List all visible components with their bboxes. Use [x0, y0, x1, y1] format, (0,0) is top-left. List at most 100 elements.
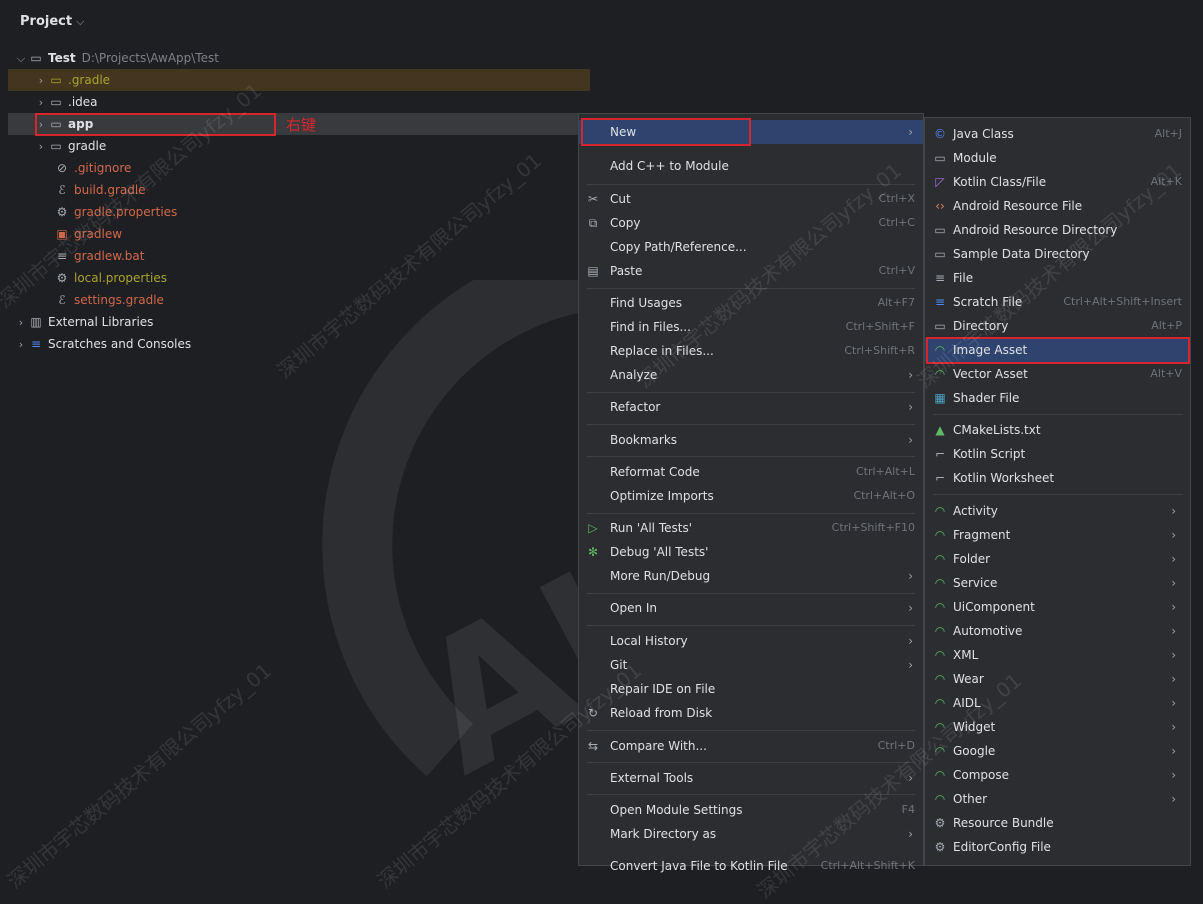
submenu-item-file[interactable]: ≡ File — [925, 266, 1190, 290]
menu-item-find-usages[interactable]: Find Usages Alt+F7 — [579, 291, 923, 315]
tree-item-gradlew-bat[interactable]: ≡ gradlew.bat — [8, 245, 144, 267]
submenu-item-other[interactable]: ◠ Other › — [925, 787, 1190, 811]
menu-item-paste[interactable]: ▤ Paste Ctrl+V — [579, 259, 923, 283]
submenu-item-kotlin-class[interactable]: ◸ Kotlin Class/File Alt+K — [925, 170, 1190, 194]
menu-item-analyze[interactable]: Analyze › — [579, 363, 923, 387]
tree-item-scratches[interactable]: › ≡ Scratches and Consoles — [8, 333, 191, 355]
tree-item-settings-gradle[interactable]: ℰsettings.gradle — [8, 289, 164, 311]
menu-item-repair-ide[interactable]: Repair IDE on File — [579, 677, 923, 701]
submenu-item-scratch-file[interactable]: ≡ Scratch File Ctrl+Alt+Shift+Insert — [925, 290, 1190, 314]
chevron-right-icon[interactable]: › — [34, 136, 48, 158]
menu-item-label: Reload from Disk — [610, 706, 713, 720]
android-icon: ◠ — [934, 672, 946, 686]
chevron-right-icon: › — [908, 433, 913, 447]
submenu-item-kotlin-worksheet[interactable]: ⌐ Kotlin Worksheet — [925, 466, 1190, 490]
menu-item-open-in[interactable]: Open In › — [579, 596, 923, 620]
menu-item-bookmarks[interactable]: Bookmarks › — [579, 428, 923, 452]
folder-icon: ▭ — [934, 319, 946, 333]
submenu-item-uicomponent[interactable]: ◠ UiComponent › — [925, 595, 1190, 619]
android-icon: ◠ — [934, 624, 946, 638]
menu-item-label: External Tools — [610, 771, 694, 785]
chevron-right-icon[interactable]: › — [14, 334, 28, 356]
submenu-item-sample-data-directory[interactable]: ▭ Sample Data Directory — [925, 242, 1190, 266]
tree-item-local-properties[interactable]: ⚙ local.properties — [8, 267, 167, 289]
menu-item-convert-java-to-kotlin[interactable]: Convert Java File to Kotlin File Ctrl+Alt… — [579, 854, 923, 878]
scissors-icon: ✂ — [587, 192, 599, 206]
chevron-right-icon[interactable]: › — [34, 92, 48, 114]
submenu-item-label: Kotlin Class/File — [953, 175, 1047, 189]
menu-item-reload-from-disk[interactable]: ↻ Reload from Disk — [579, 701, 923, 725]
chevron-right-icon: › — [908, 601, 913, 615]
submenu-item-label: Kotlin Script — [953, 447, 1026, 461]
submenu-item-module[interactable]: ▭ Module — [925, 146, 1190, 170]
submenu-item-folder[interactable]: ◠ Folder › — [925, 547, 1190, 571]
tree-root[interactable]: ⌵ ▭ Test D:\Projects\AwApp\Test — [8, 47, 219, 69]
submenu-item-shortcut: Ctrl+Alt+Shift+Insert — [1063, 295, 1182, 308]
submenu-item-android-resource-file[interactable]: ‹› Android Resource File — [925, 194, 1190, 218]
chevron-down-icon[interactable]: ⌵ — [14, 48, 28, 70]
menu-item-open-module-settings[interactable]: Open Module Settings F4 — [579, 798, 923, 822]
menu-item-label: Open Module Settings — [610, 803, 743, 817]
menu-item-copy-path[interactable]: Copy Path/Reference... — [579, 235, 923, 259]
menu-item-label: Paste — [610, 264, 643, 278]
menu-item-label: Add C++ to Module — [610, 159, 729, 173]
submenu-item-xml[interactable]: ◠ XML › — [925, 643, 1190, 667]
submenu-item-compose[interactable]: ◠ Compose › — [925, 763, 1190, 787]
menu-item-optimize-imports[interactable]: Optimize Imports Ctrl+Alt+O — [579, 484, 923, 508]
menu-item-local-history[interactable]: Local History › — [579, 629, 923, 653]
submenu-item-widget[interactable]: ◠ Widget › — [925, 715, 1190, 739]
menu-item-replace-in-files[interactable]: Replace in Files... Ctrl+Shift+R — [579, 339, 923, 363]
submenu-item-service[interactable]: ◠ Service › — [925, 571, 1190, 595]
submenu-item-cmakelists[interactable]: ▲ CMakeLists.txt — [925, 418, 1190, 442]
chevron-right-icon[interactable]: › — [14, 312, 28, 334]
cmake-icon: ▲ — [935, 423, 945, 437]
menu-item-refactor[interactable]: Refactor › — [579, 395, 923, 419]
submenu-item-activity[interactable]: ◠ Activity › — [925, 499, 1190, 523]
submenu-item-directory[interactable]: ▭ Directory Alt+P — [925, 314, 1190, 338]
root-label: Test — [48, 51, 76, 65]
menu-item-run-all-tests[interactable]: ▷ Run 'All Tests' Ctrl+Shift+F10 — [579, 516, 923, 540]
menu-item-debug-all-tests[interactable]: ✻ Debug 'All Tests' — [579, 540, 923, 564]
menu-item-label: Debug 'All Tests' — [610, 545, 709, 559]
menu-item-reformat-code[interactable]: Reformat Code Ctrl+Alt+L — [579, 460, 923, 484]
submenu-item-label: Kotlin Worksheet — [953, 471, 1055, 485]
chevron-right-icon[interactable]: › — [34, 70, 48, 92]
submenu-item-java-class[interactable]: © Java Class Alt+J — [925, 122, 1190, 146]
tree-item-build-gradle[interactable]: ℰbuild.gradle — [8, 179, 145, 201]
menu-item-git[interactable]: Git › — [579, 653, 923, 677]
tree-item-gitignore[interactable]: ⊘ .gitignore — [8, 157, 131, 179]
tree-item-gradle-dir[interactable]: › ▭ .gradle — [8, 69, 590, 91]
submenu-item-automotive[interactable]: ◠ Automotive › — [925, 619, 1190, 643]
menu-item-mark-directory-as[interactable]: Mark Directory as › — [579, 822, 923, 846]
menu-item-add-cpp[interactable]: Add C++ to Module — [579, 154, 923, 178]
tree-item-idea[interactable]: › ▭ .idea — [8, 91, 98, 113]
submenu-item-vector-asset[interactable]: ◠ Vector Asset Alt+V — [925, 362, 1190, 386]
submenu-item-wear[interactable]: ◠ Wear › — [925, 667, 1190, 691]
chevron-right-icon: › — [908, 400, 913, 414]
tree-item-gradle-properties[interactable]: ⚙ gradle.properties — [8, 201, 178, 223]
submenu-item-google[interactable]: ◠ Google › — [925, 739, 1190, 763]
submenu-item-resource-bundle[interactable]: ⚙ Resource Bundle — [925, 811, 1190, 835]
submenu-item-editorconfig-file[interactable]: ⚙ EditorConfig File — [925, 835, 1190, 859]
android-icon: ◠ — [934, 744, 946, 758]
menu-item-find-in-files[interactable]: Find in Files... Ctrl+Shift+F — [579, 315, 923, 339]
kotlin-script-icon: ⌐ — [934, 447, 946, 461]
ignore-file-icon: ⊘ — [56, 161, 68, 175]
menu-item-external-tools[interactable]: External Tools › — [579, 766, 923, 790]
submenu-item-kotlin-script[interactable]: ⌐ Kotlin Script — [925, 442, 1190, 466]
tree-item-gradle[interactable]: › ▭ gradle — [8, 135, 106, 157]
chevron-right-icon: › — [1171, 696, 1176, 710]
tree-item-external-libraries[interactable]: › ▥ External Libraries — [8, 311, 154, 334]
submenu-item-android-resource-directory[interactable]: ▭ Android Resource Directory — [925, 218, 1190, 242]
project-view-selector[interactable]: Project ⌵ — [20, 14, 84, 29]
submenu-item-fragment[interactable]: ◠ Fragment › — [925, 523, 1190, 547]
menu-item-cut[interactable]: ✂ Cut Ctrl+X — [579, 187, 923, 211]
tree-item-gradlew[interactable]: ▣ gradlew — [8, 223, 122, 245]
submenu-item-aidl[interactable]: ◠ AIDL › — [925, 691, 1190, 715]
shader-icon: ▦ — [934, 391, 946, 405]
menu-item-copy[interactable]: ⧉ Copy Ctrl+C — [579, 211, 923, 235]
menu-item-more-run-debug[interactable]: More Run/Debug › — [579, 564, 923, 588]
submenu-item-shader-file[interactable]: ▦ Shader File — [925, 386, 1190, 410]
highlight-box-image-asset — [926, 337, 1190, 364]
menu-item-compare-with[interactable]: ⇆ Compare With... Ctrl+D — [579, 734, 923, 758]
